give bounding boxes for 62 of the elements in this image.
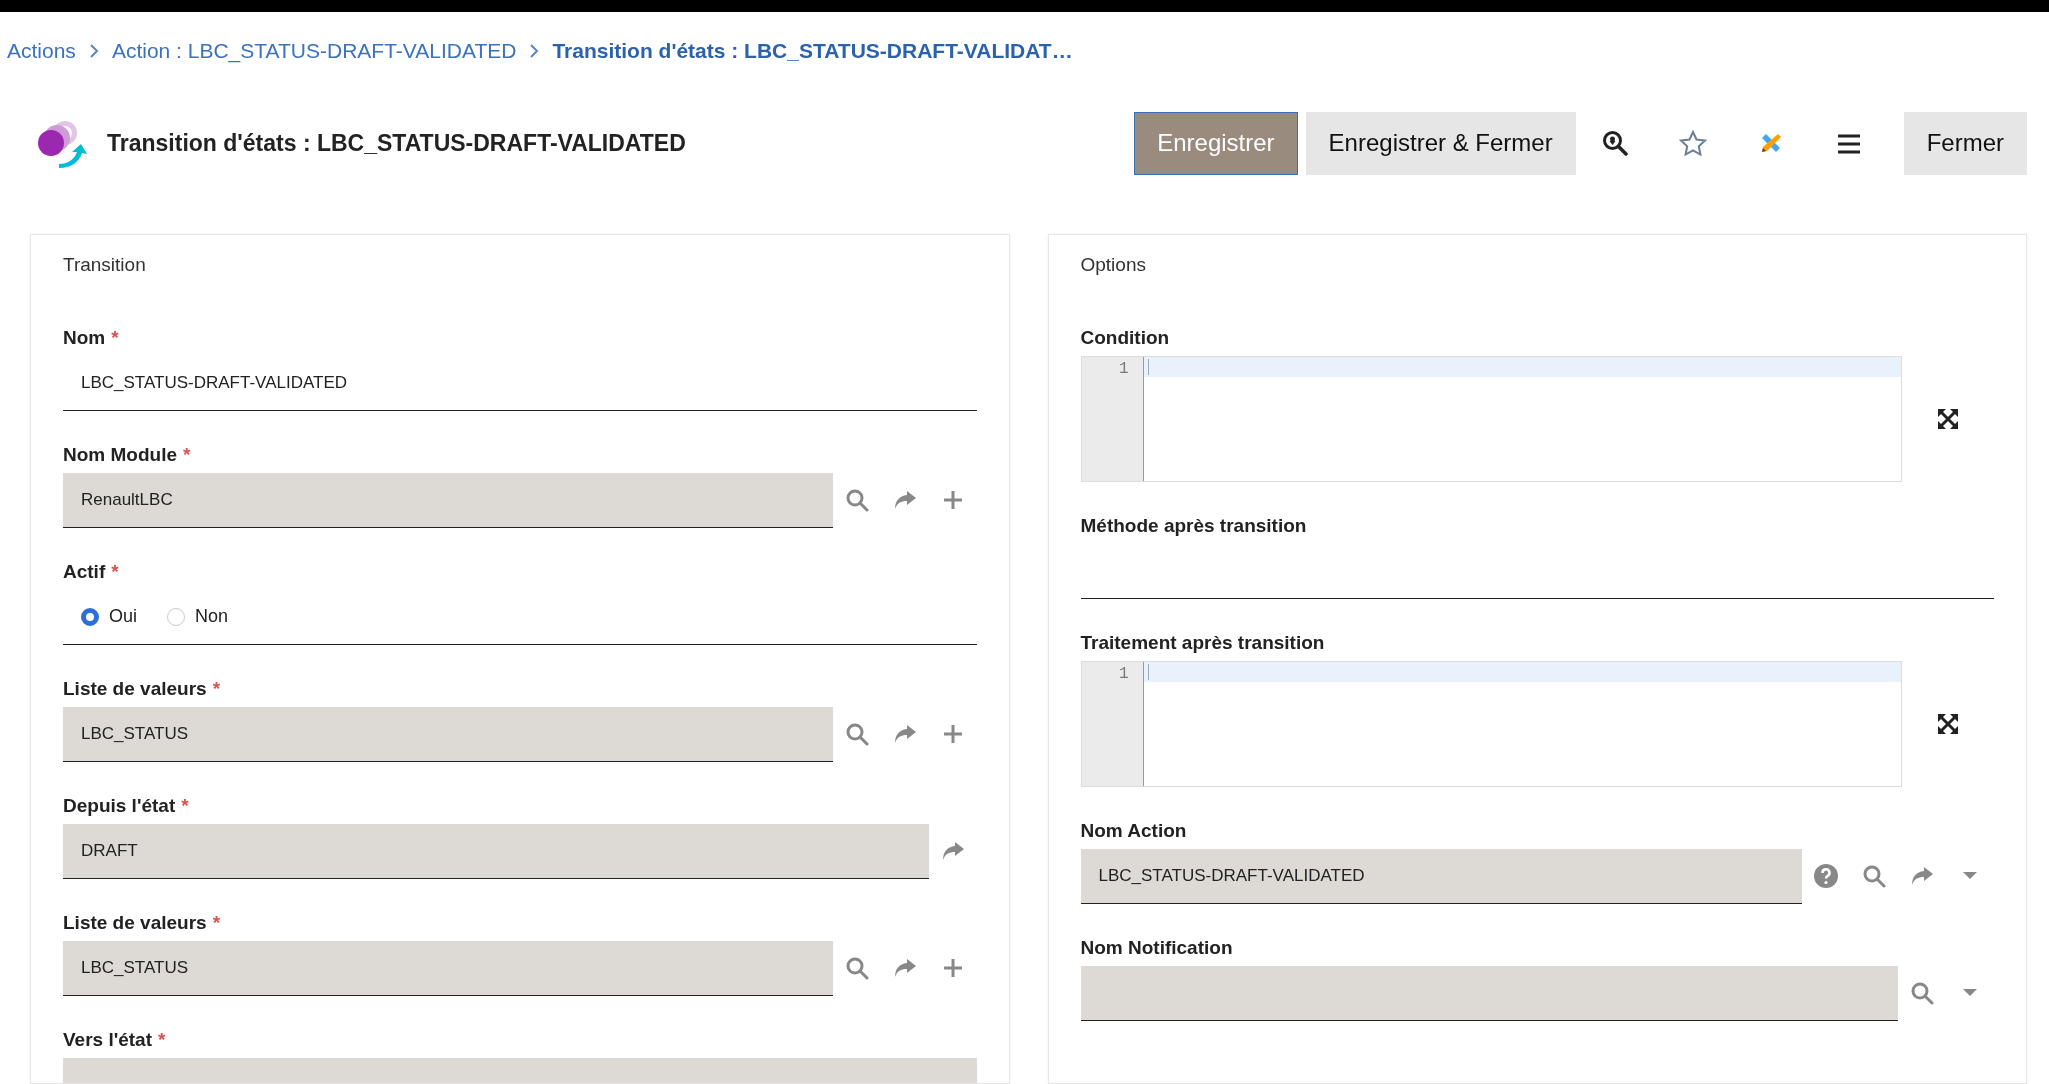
input-field[interactable]: LBC_STATUS	[63, 706, 833, 762]
breadcrumb-link[interactable]: Action : LBC_STATUS-DRAFT-VALIDATED	[111, 35, 517, 67]
input-field[interactable]: DRAFT	[63, 823, 929, 879]
field-label: Actif	[63, 559, 106, 584]
help-icon[interactable]	[1814, 864, 1838, 888]
chevron-icon	[528, 43, 541, 59]
breadcrumb-link[interactable]: Actions	[7, 35, 76, 67]
search-icon[interactable]	[1601, 130, 1628, 156]
save-close-button[interactable]: Enregistrer & Fermer	[1305, 111, 1576, 175]
code-editor[interactable]: 1	[1080, 660, 1902, 787]
caret-icon[interactable]	[1963, 989, 1977, 997]
caret-icon[interactable]	[1963, 872, 1977, 880]
required-mark: *	[111, 559, 119, 584]
radio-label: Non	[195, 605, 229, 628]
required-mark: *	[212, 676, 221, 701]
page-title: Transition d'états : LBC_STATUS-DRAFT-VALIDATED	[107, 128, 686, 158]
breadcrumb-link[interactable]: Transition d'états : LBC_STATUS-DRAFT-VALIDAT…	[552, 35, 1073, 67]
field-label: Liste de valeurs	[63, 676, 207, 701]
plus-icon[interactable]	[942, 724, 963, 744]
input-field[interactable]	[1080, 965, 1898, 1021]
panel-title: Options	[1080, 253, 1147, 277]
expand-icon[interactable]	[1937, 712, 1959, 735]
share-arrow-icon[interactable]	[892, 723, 917, 745]
field-label: Nom Action	[1080, 818, 1187, 843]
field-label: Méthode après transition	[1080, 513, 1307, 538]
star-icon[interactable]	[1678, 130, 1707, 156]
field-label: Nom	[63, 325, 106, 350]
app-logo-icon	[35, 118, 87, 168]
share-arrow-icon[interactable]	[940, 840, 965, 862]
share-arrow-icon[interactable]	[892, 489, 917, 511]
field-label: Depuis l'état	[63, 793, 176, 818]
code-editor[interactable]: 1	[1080, 355, 1902, 482]
input-field[interactable]: RenaultLBC	[63, 472, 833, 528]
panel-title: Transition	[63, 253, 147, 277]
field-label: Liste de valeurs	[63, 910, 207, 935]
radio-label: Oui	[109, 605, 137, 628]
line-number: 1	[1117, 358, 1129, 380]
input-field[interactable]: LBC_STATUS	[63, 940, 833, 996]
radio-button[interactable]	[81, 607, 99, 626]
input-field[interactable]: LBC_STATUS-DRAFT-VALIDATED	[1080, 848, 1802, 904]
plus-icon[interactable]	[942, 490, 963, 510]
field-label: Nom Notification	[1080, 935, 1233, 960]
menu-icon[interactable]	[1837, 133, 1860, 154]
required-mark: *	[212, 910, 221, 935]
line-number: 1	[1117, 663, 1129, 685]
expand-icon[interactable]	[1937, 407, 1959, 430]
field-label: Traitement après transition	[1080, 630, 1325, 655]
input-field[interactable]: LBC_STATUS-DRAFT-VALIDATED	[63, 355, 977, 411]
field-label: Condition	[1080, 325, 1170, 350]
required-mark: *	[181, 793, 189, 818]
plus-icon[interactable]	[942, 958, 963, 978]
share-arrow-icon[interactable]	[1910, 865, 1934, 887]
required-mark: *	[111, 325, 119, 350]
text-cursor	[1147, 663, 1149, 680]
text-cursor	[1147, 358, 1149, 375]
field-label: Nom Module	[63, 442, 177, 467]
close-button[interactable]: Fermer	[1903, 111, 2027, 175]
chevron-icon	[87, 43, 100, 59]
required-mark: *	[183, 442, 191, 467]
field-label: Vers l'état	[63, 1027, 153, 1052]
share-arrow-icon[interactable]	[892, 957, 917, 979]
required-mark: *	[158, 1027, 166, 1052]
